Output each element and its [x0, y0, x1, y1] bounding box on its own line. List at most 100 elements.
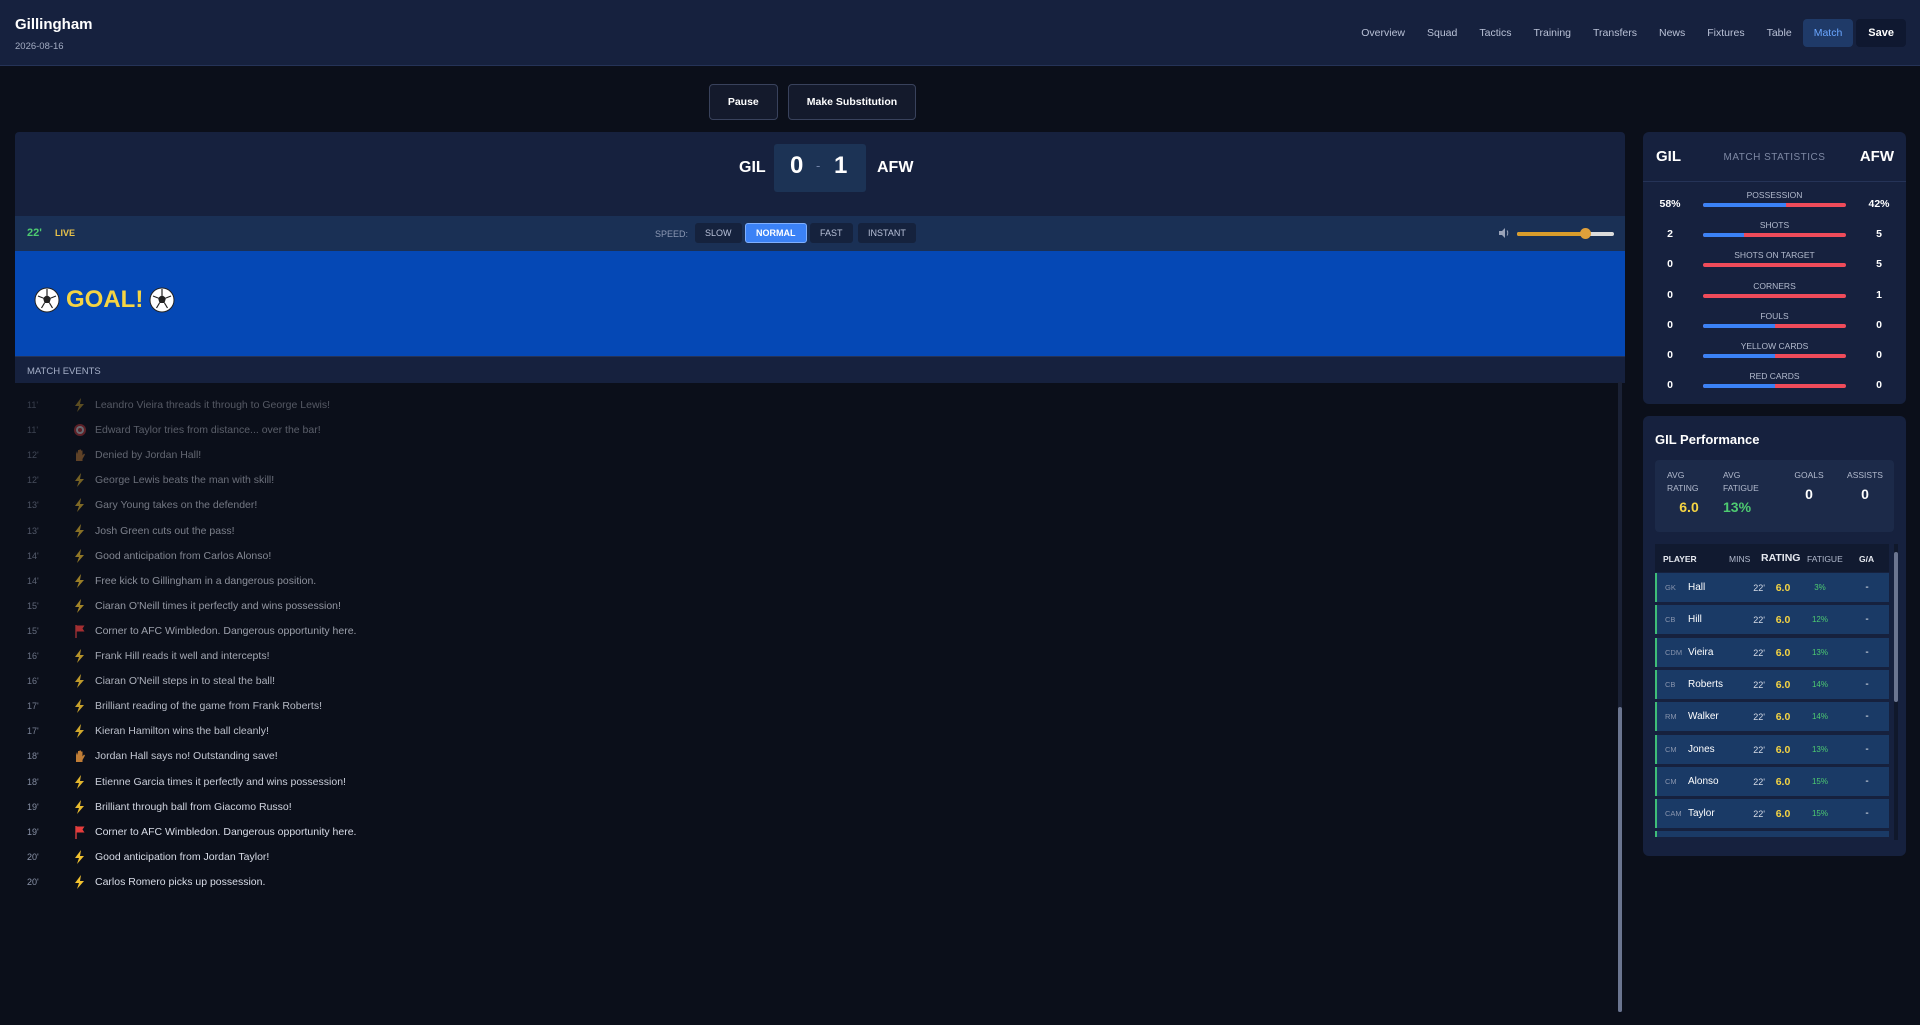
event-text: Good anticipation from Carlos Alonso! [95, 549, 272, 562]
stat-bar-home-fill [1703, 323, 1775, 328]
player-position: CB [1665, 679, 1676, 689]
event-minute: 11' [27, 400, 39, 410]
stat-bar-home-fill [1703, 233, 1745, 238]
volume-icon[interactable] [1497, 226, 1511, 240]
speed-slow-button[interactable]: SLOW [695, 223, 742, 243]
events-scrollbar[interactable] [1618, 382, 1622, 1012]
player-row[interactable]: GK Hall 22' 6.0 3% - [1655, 573, 1889, 602]
target-icon [73, 423, 87, 437]
bolt-icon [73, 799, 87, 814]
goals-value: 0 [1805, 486, 1813, 502]
stat-bar [1703, 323, 1846, 328]
player-minutes: 22' [1753, 615, 1765, 626]
speed-instant-button[interactable]: INSTANT [858, 223, 916, 243]
save-button[interactable]: Save [1856, 19, 1906, 47]
stat-row: 0 FOULS 0 [1643, 311, 1906, 341]
player-position: CM [1665, 776, 1677, 786]
speed-fast-button[interactable]: FAST [810, 223, 853, 243]
event-text: Brilliant reading of the game from Frank… [95, 700, 323, 713]
player-table-scrollbar-thumb[interactable] [1894, 552, 1898, 702]
stat-bar [1703, 233, 1846, 238]
nav-overview[interactable]: Overview [1350, 19, 1416, 47]
match-events-list[interactable]: 11' Leandro Vieira threads it through to … [15, 383, 1625, 1017]
stat-home-value: 0 [1667, 288, 1673, 301]
goal-banner: GOAL! [15, 251, 1625, 356]
player-row[interactable]: CAM Taylor 22' 6.0 15% - [1655, 799, 1889, 829]
score-box: 0 - 1 [774, 144, 866, 192]
event-text: Ciaran O'Neill times it perfectly and wi… [95, 599, 341, 612]
main-nav: Overview Squad Tactics Training Transfer… [1350, 19, 1906, 47]
event-minute: 19' [27, 826, 39, 837]
col-fatigue[interactable]: FATIGUE [1807, 554, 1843, 564]
speed-normal-button[interactable]: NORMAL [745, 223, 807, 243]
nav-fixtures[interactable]: Fixtures [1696, 19, 1755, 47]
nav-squad[interactable]: Squad [1416, 19, 1468, 47]
player-name: Walker [1688, 711, 1719, 723]
assists-label: ASSISTS [1847, 470, 1883, 480]
col-ga[interactable]: G/A [1859, 554, 1874, 564]
nav-transfers[interactable]: Transfers [1582, 19, 1648, 47]
glove-icon [73, 448, 87, 462]
player-row[interactable]: CB Hill 22' 6.0 12% - [1655, 605, 1889, 635]
pause-button[interactable]: Pause [708, 84, 778, 120]
event-minute: 12' [27, 475, 39, 486]
stat-bar-home-fill [1703, 354, 1775, 358]
stat-row: 0 CORNERS 1 [1643, 281, 1906, 311]
avg-fatigue-stat: AVG FATIGUE 13% [1723, 469, 1773, 515]
volume-slider[interactable] [1517, 228, 1614, 239]
nav-news[interactable]: News [1648, 19, 1696, 47]
event-minute: 13' [27, 525, 39, 536]
player-position: CDM [1665, 647, 1683, 657]
nav-match[interactable]: Match [1802, 19, 1854, 47]
player-row[interactable]: CM Jones 22' 6.0 13% - [1655, 734, 1889, 764]
player-rating: 6.0 [1775, 614, 1791, 627]
away-score: 1 [834, 152, 848, 179]
avg-rating-label: AVG RATING [1667, 470, 1699, 493]
player-table-header: PLAYER MINS RATING FATIGUE G/A [1655, 544, 1889, 572]
col-mins[interactable]: MINS [1729, 554, 1750, 564]
player-position: GK [1665, 583, 1676, 592]
make-substitution-button[interactable]: Make Substitution [787, 84, 917, 120]
player-minutes: 22' [1753, 647, 1765, 658]
player-position: RM [1665, 712, 1677, 722]
stat-home-value: 0 [1667, 258, 1673, 271]
player-fatigue: 14% [1811, 712, 1828, 722]
bolt-icon [73, 498, 87, 513]
nav-table[interactable]: Table [1756, 19, 1803, 47]
stat-home-value: 0 [1667, 349, 1673, 361]
bolt-icon [73, 849, 87, 864]
bolt-icon [73, 699, 87, 714]
player-name: Jones [1688, 743, 1715, 755]
volume-slider-thumb[interactable] [1579, 228, 1591, 239]
player-rating: 6.0 [1775, 808, 1791, 821]
player-fatigue: 15% [1811, 809, 1828, 819]
player-name: Hill [1688, 614, 1702, 626]
stat-away-value: 5 [1876, 228, 1882, 241]
player-row[interactable]: CB Roberts 22' 6.0 14% - [1655, 669, 1889, 699]
event-minute: 19' [27, 801, 39, 812]
bolt-icon [73, 874, 87, 889]
player-row[interactable]: CM Alonso 22' 6.0 15% - [1655, 766, 1889, 796]
player-rating: 6.0 [1775, 743, 1791, 756]
player-minutes: 22' [1753, 679, 1765, 690]
event-minute: 11' [27, 425, 39, 436]
scoreboard: GIL 0 - 1 AFW [15, 132, 1625, 216]
stat-label: SHOTS [1759, 220, 1790, 231]
match-statistics-card: GIL MATCH STATISTICS AFW 58% POSSESSION 42… [1643, 132, 1906, 404]
player-fatigue: 12% [1811, 615, 1828, 625]
player-name: Hall [1688, 582, 1706, 593]
player-table-body[interactable]: GK Hall 22' 6.0 3% - CB Hill 22' 6.0 12% - CDM Vieira… [1655, 573, 1889, 837]
event-text: George Lewis beats the man with skill! [95, 474, 275, 487]
player-row[interactable]: RM Walker 22' 6.0 14% - [1655, 702, 1889, 732]
player-row[interactable] [1655, 831, 1889, 837]
player-fatigue: 3% [1814, 583, 1826, 592]
stat-row: 2 SHOTS 5 [1643, 220, 1906, 250]
nav-tactics[interactable]: Tactics [1468, 19, 1522, 47]
player-table-scrollbar[interactable] [1894, 544, 1898, 840]
events-scrollbar-thumb[interactable] [1618, 707, 1622, 1012]
nav-training[interactable]: Training [1522, 19, 1582, 47]
player-row[interactable]: CDM Vieira 22' 6.0 13% - [1655, 637, 1889, 667]
col-rating[interactable]: RATING [1761, 552, 1800, 564]
col-player[interactable]: PLAYER [1663, 554, 1697, 564]
event-minute: 17' [27, 726, 39, 737]
